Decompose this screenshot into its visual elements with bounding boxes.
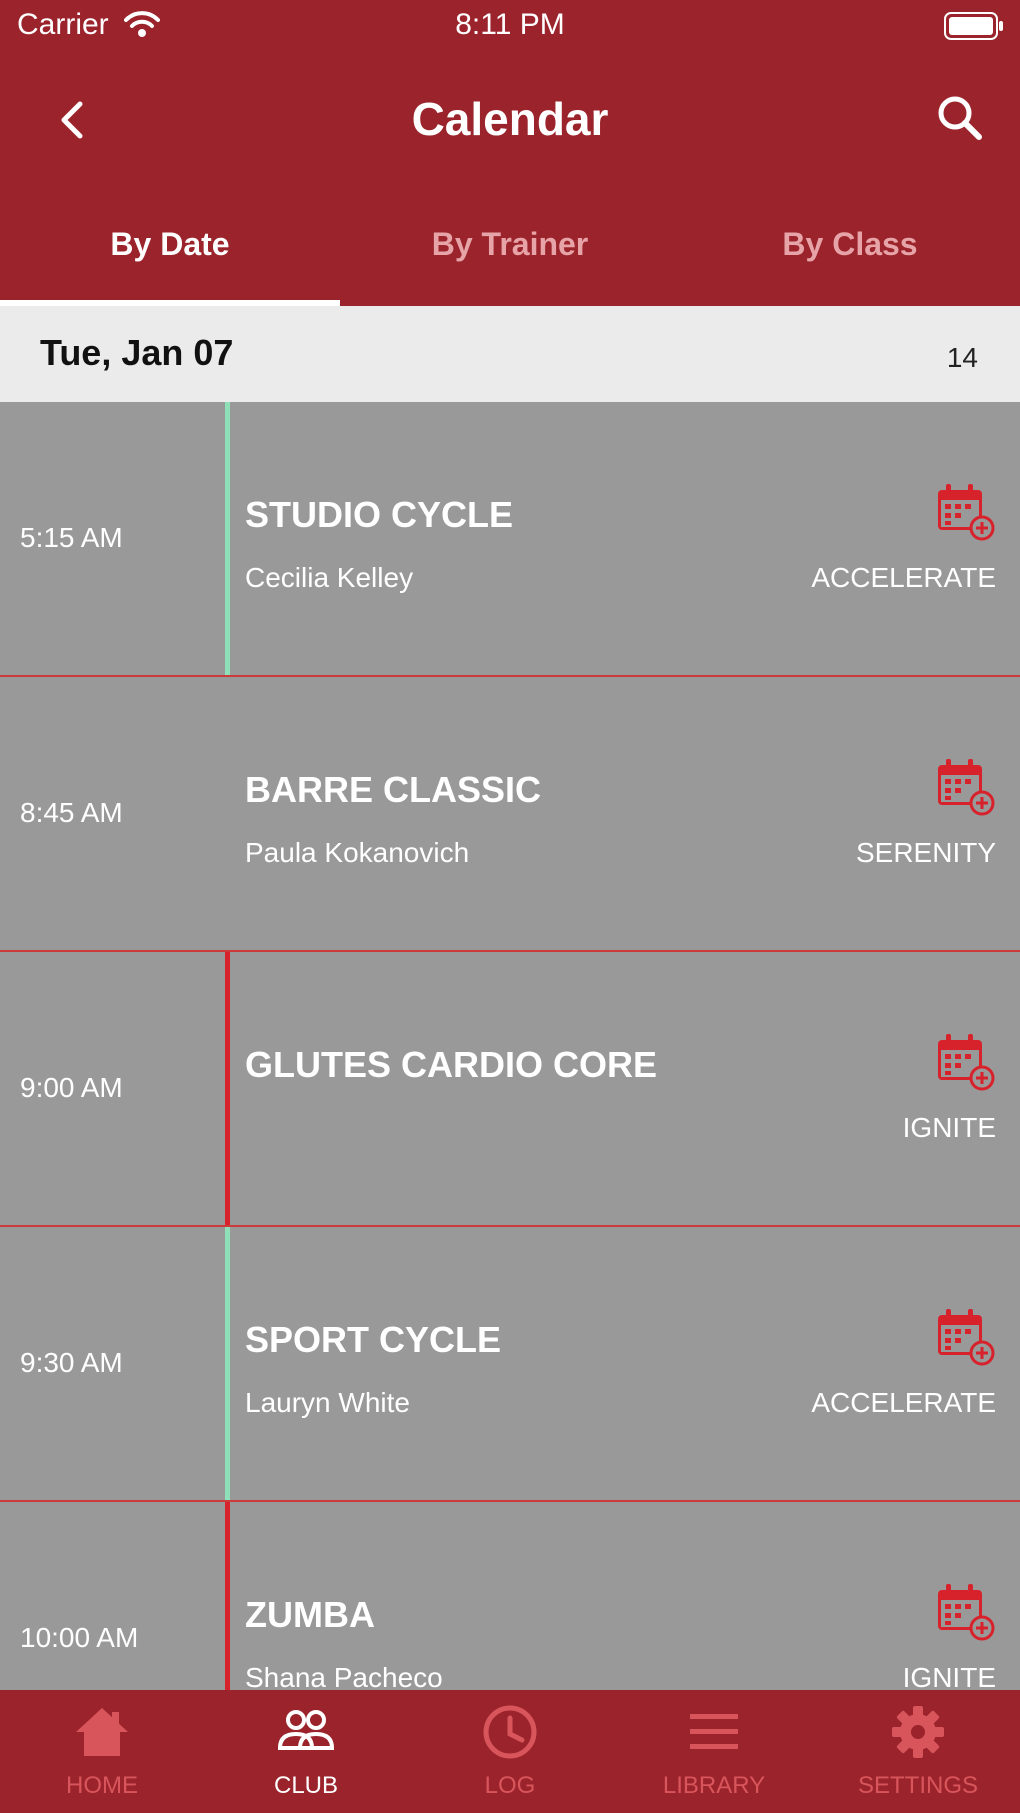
page-title: Calendar xyxy=(411,93,609,145)
accent-bar xyxy=(225,1502,230,1690)
calendar-add-icon xyxy=(938,484,995,541)
class-time: 9:30 AM xyxy=(20,1347,123,1378)
class-row[interactable]: 9:30 AM SPORT CYCLE Lauryn White ACCELER… xyxy=(0,1227,1020,1502)
tab-by-trainer[interactable]: By Trainer xyxy=(340,206,680,306)
app-header: Carrier 8:11 PM Calendar By Date By Trai… xyxy=(0,0,1020,306)
studio-name: IGNITE xyxy=(902,1662,996,1690)
tabbar-item-club[interactable]: CLUB xyxy=(204,1690,408,1813)
tabbar-item-home[interactable]: HOME xyxy=(0,1690,204,1813)
studio-name: ACCELERATE xyxy=(811,1387,996,1418)
tabbar-item-library[interactable]: LIBRARY xyxy=(612,1690,816,1813)
calendar-add-icon xyxy=(938,1584,995,1641)
calendar-add-icon xyxy=(938,759,995,816)
home-icon xyxy=(76,1708,128,1756)
class-name: BARRE CLASSIC xyxy=(245,769,542,810)
class-time: 5:15 AM xyxy=(20,522,123,553)
section-date: Tue, Jan 07 xyxy=(40,332,234,373)
segment-tabs: By Date By Trainer By Class xyxy=(0,206,1020,306)
studio-name: SERENITY xyxy=(855,837,996,868)
nav-bar: Calendar xyxy=(0,80,1020,160)
menu-icon xyxy=(690,1714,738,1749)
trainer-name: Paula Kokanovich xyxy=(245,837,470,868)
status-time: 8:11 PM xyxy=(455,8,565,41)
calendar-add-icon xyxy=(938,1309,995,1366)
class-list: 5:15 AM STUDIO CYCLE Cecilia Kelley ACCE… xyxy=(0,402,1020,1690)
class-time: 8:45 AM xyxy=(20,797,123,828)
tabbar-label: HOME xyxy=(66,1772,138,1799)
date-section-header: Tue, Jan 07 14 xyxy=(0,306,1020,402)
bottom-tab-bar: HOME CLUB LOG LIBRARY SETTINGS xyxy=(0,1690,1020,1813)
trainer-name: Cecilia Kelley xyxy=(245,562,414,593)
add-to-calendar-button[interactable] xyxy=(936,757,996,822)
add-to-calendar-button[interactable] xyxy=(936,482,996,547)
tabbar-label: LOG xyxy=(484,1772,536,1799)
add-to-calendar-button[interactable] xyxy=(936,1582,996,1647)
accent-bar xyxy=(225,1227,230,1500)
accent-bar xyxy=(225,402,230,675)
club-icon xyxy=(277,1710,335,1750)
class-count: 14 xyxy=(946,342,978,373)
search-icon xyxy=(938,96,982,140)
class-row[interactable]: 10:00 AM ZUMBA Shana Pacheco IGNITE xyxy=(0,1502,1020,1690)
trainer-name: Lauryn White xyxy=(245,1387,410,1418)
gear-icon xyxy=(892,1706,944,1758)
tabbar-label: CLUB xyxy=(273,1772,339,1799)
class-row[interactable]: 5:15 AM STUDIO CYCLE Cecilia Kelley ACCE… xyxy=(0,402,1020,677)
class-name: ZUMBA xyxy=(245,1594,375,1635)
tab-by-date[interactable]: By Date xyxy=(0,206,340,306)
tabbar-item-settings[interactable]: SETTINGS xyxy=(816,1690,1020,1813)
add-to-calendar-button[interactable] xyxy=(936,1032,996,1097)
class-name: STUDIO CYCLE xyxy=(245,494,514,535)
search-button[interactable] xyxy=(934,92,986,149)
class-row[interactable]: 9:00 AM GLUTES CARDIO CORE IGNITE xyxy=(0,952,1020,1227)
class-name: GLUTES CARDIO CORE xyxy=(245,1044,658,1085)
class-row[interactable]: 8:45 AM BARRE CLASSIC Paula Kokanovich S… xyxy=(0,677,1020,952)
class-time: 9:00 AM xyxy=(20,1072,123,1103)
tabbar-item-log[interactable]: LOG xyxy=(408,1690,612,1813)
studio-name: ACCELERATE xyxy=(811,562,996,593)
studio-name: IGNITE xyxy=(902,1112,996,1143)
clock-icon xyxy=(483,1705,537,1759)
calendar-add-icon xyxy=(938,1034,995,1091)
add-to-calendar-button[interactable] xyxy=(936,1307,996,1372)
class-time: 10:00 AM xyxy=(20,1622,139,1653)
tab-by-class[interactable]: By Class xyxy=(680,206,1020,306)
status-bar: Carrier 8:11 PM xyxy=(0,0,1020,56)
tabbar-label: LIBRARY xyxy=(662,1772,766,1799)
trainer-name: Shana Pacheco xyxy=(245,1662,443,1690)
class-name: SPORT CYCLE xyxy=(245,1319,502,1360)
accent-bar xyxy=(225,952,230,1225)
battery-icon xyxy=(944,11,1004,46)
tabbar-label: SETTINGS xyxy=(857,1772,978,1799)
